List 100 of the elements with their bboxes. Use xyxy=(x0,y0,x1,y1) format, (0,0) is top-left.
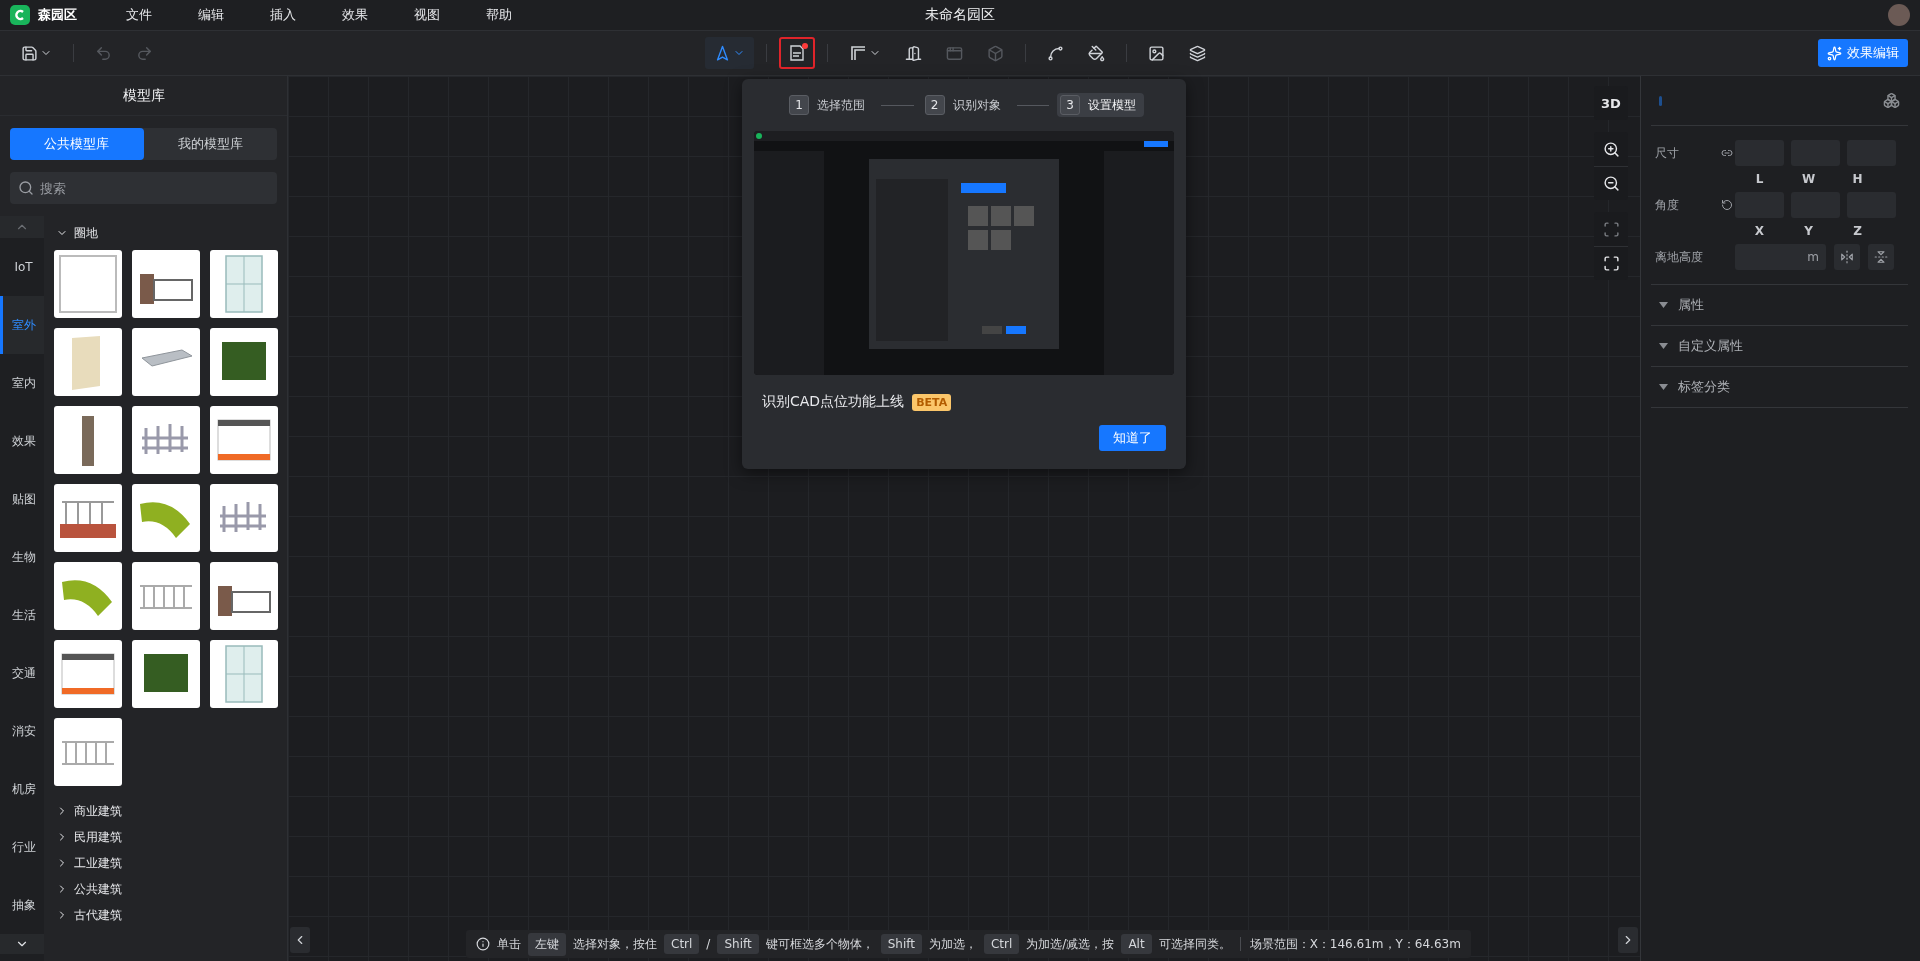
model-thumbnail[interactable] xyxy=(54,484,122,552)
category-tab[interactable]: 行业 xyxy=(0,818,44,876)
category-group-header[interactable]: 工业建筑 xyxy=(54,850,287,876)
layers-icon xyxy=(1189,44,1206,62)
section-header[interactable]: 属性 xyxy=(1651,285,1908,326)
hint-text: 选择对象，按住 xyxy=(573,935,657,953)
library-tab[interactable]: 我的模型库 xyxy=(143,128,277,160)
model-thumbnail[interactable] xyxy=(132,640,200,708)
beam-drawing xyxy=(141,349,193,367)
rotate-icon xyxy=(1721,199,1733,211)
section-header[interactable]: 自定义属性 xyxy=(1651,326,1908,367)
sparkle-icon xyxy=(1827,45,1842,61)
triangle-down-icon xyxy=(1659,302,1668,308)
frame-drawing xyxy=(59,255,117,313)
menu-item[interactable]: 文件 xyxy=(107,6,171,24)
collapse-right-button[interactable] xyxy=(1618,927,1638,953)
app-name: 森园区 xyxy=(38,6,77,24)
menu-item[interactable]: 效果 xyxy=(323,6,387,24)
model-thumbnail[interactable] xyxy=(210,484,278,552)
flip-vertical-button[interactable] xyxy=(1868,244,1894,270)
flip-horizontal-button[interactable] xyxy=(1834,244,1860,270)
library-tab[interactable]: 公共模型库 xyxy=(10,128,144,160)
menu-item[interactable]: 帮助 xyxy=(467,6,531,24)
field-label: 离地高度 xyxy=(1654,248,1704,266)
paint-bucket-icon xyxy=(1088,44,1105,62)
railing-drawing xyxy=(61,741,115,765)
model-thumbnail[interactable] xyxy=(132,328,200,396)
save-icon xyxy=(21,44,38,62)
section-header[interactable]: 标签分类 xyxy=(1651,367,1908,408)
zoom-out-icon xyxy=(1602,175,1620,192)
view-mode-button[interactable]: 3D xyxy=(1594,86,1628,120)
document-icon xyxy=(788,44,806,62)
search-icon xyxy=(18,180,34,196)
glass-panel-drawing xyxy=(225,645,263,703)
got-it-button[interactable]: 知道了 xyxy=(1099,425,1166,451)
category-tab[interactable]: 生活 xyxy=(0,586,44,644)
panel-title: 模型库 xyxy=(0,76,287,116)
model-thumbnail[interactable] xyxy=(210,328,278,396)
category-group-header[interactable]: 商业建筑 xyxy=(54,798,287,824)
focus-frame-icon xyxy=(1602,220,1620,238)
cube-list-icon xyxy=(1883,92,1900,109)
model-thumbnail[interactable] xyxy=(132,562,200,630)
search-field[interactable]: 搜索 xyxy=(10,172,277,204)
category-group-header[interactable]: 古代建筑 xyxy=(54,902,287,928)
category-tab[interactable]: 消安 xyxy=(0,702,44,760)
key-hint: Shift xyxy=(717,934,759,954)
hint-text: 为加选/减选，按 xyxy=(1026,935,1115,953)
model-thumbnail[interactable] xyxy=(132,406,200,474)
model-thumbnail[interactable] xyxy=(54,250,122,318)
hedge-drawing xyxy=(222,342,266,380)
category-tab[interactable]: 交通 xyxy=(0,644,44,702)
category-tab[interactable]: 机房 xyxy=(0,760,44,818)
step-label: 设置模型 xyxy=(1088,96,1136,114)
post-drawing xyxy=(82,416,94,466)
model-thumbnail[interactable] xyxy=(54,328,122,396)
select-tool-button[interactable] xyxy=(705,37,754,69)
model-thumbnail[interactable] xyxy=(54,640,122,708)
cad-tool-button[interactable] xyxy=(779,37,815,69)
category-group-header[interactable]: 圈地 xyxy=(54,220,287,246)
input-field[interactable]: m xyxy=(1735,244,1826,270)
category-tab[interactable]: 效果 xyxy=(0,412,44,470)
effects-edit-button[interactable]: 效果编辑 xyxy=(1818,39,1908,67)
axis-label: W xyxy=(1800,172,1817,186)
step-number: 1 xyxy=(789,95,809,115)
curved-hedge-drawing xyxy=(62,580,112,616)
model-thumbnail[interactable] xyxy=(54,718,122,786)
glass-panel-drawing xyxy=(225,255,263,313)
model-thumbnail[interactable] xyxy=(210,562,278,630)
category-tab[interactable]: 贴图 xyxy=(0,470,44,528)
user-avatar[interactable] xyxy=(1888,4,1910,26)
category-tab[interactable]: IoT xyxy=(0,238,44,296)
model-thumbnail[interactable] xyxy=(210,640,278,708)
model-thumbnail[interactable] xyxy=(54,562,122,630)
scroll-down-button[interactable] xyxy=(0,934,44,954)
category-tab[interactable]: 生物 xyxy=(0,528,44,586)
picket-fence-drawing xyxy=(218,500,268,534)
menu-item[interactable]: 视图 xyxy=(395,6,459,24)
wall-drawing xyxy=(61,653,115,695)
model-thumbnail[interactable] xyxy=(210,250,278,318)
category-tab[interactable]: 抽象 xyxy=(0,876,44,934)
model-thumbnail[interactable] xyxy=(210,406,278,474)
collapse-left-button[interactable] xyxy=(290,927,310,953)
category-group-header[interactable]: 公共建筑 xyxy=(54,876,287,902)
flip-horizontal-icon xyxy=(1840,250,1854,264)
popup-headline: 识别CAD点位功能上线 xyxy=(762,393,905,411)
axis-label: X xyxy=(1753,224,1766,238)
fullscreen-icon xyxy=(1602,255,1620,272)
category-group-header[interactable]: 民用建筑 xyxy=(54,824,287,850)
step-number: 3 xyxy=(1060,95,1080,115)
category-tab[interactable]: 室外 xyxy=(0,296,44,354)
model-thumbnail[interactable] xyxy=(132,484,200,552)
hint-text: 键可框选多个物体， xyxy=(765,935,874,953)
menu-item[interactable]: 编辑 xyxy=(179,6,243,24)
scene-range-text: 场景范围：X：146.61m，Y：64.63m xyxy=(1249,935,1461,953)
menu-item[interactable]: 插入 xyxy=(251,6,315,24)
model-thumbnail[interactable] xyxy=(132,250,200,318)
hint-text: 为加选， xyxy=(928,935,977,953)
model-thumbnail[interactable] xyxy=(54,406,122,474)
category-tab[interactable]: 室内 xyxy=(0,354,44,412)
document-title: 未命名园区 xyxy=(925,6,995,24)
